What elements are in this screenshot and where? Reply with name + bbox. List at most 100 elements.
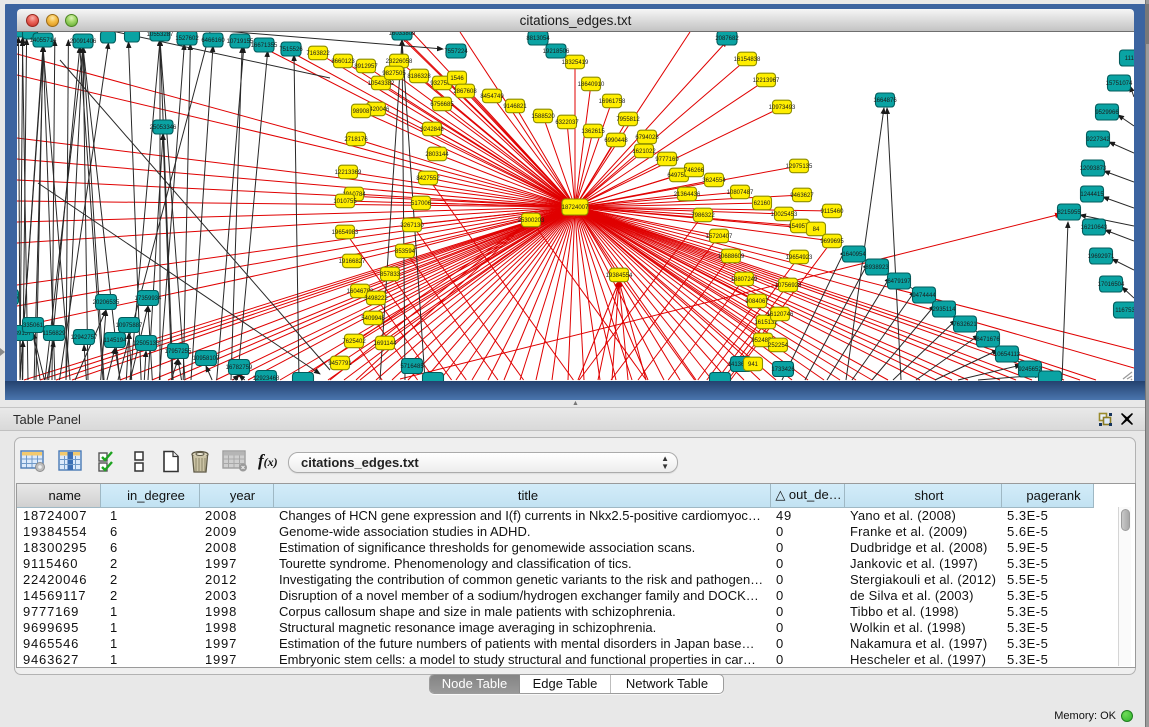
svg-text:15751074: 15751074 [1106, 81, 1133, 87]
svg-text:12505135: 12505135 [133, 341, 160, 347]
svg-text:6322037: 6322037 [555, 120, 579, 126]
svg-text:10958107: 10958107 [193, 356, 220, 362]
svg-text:7955812: 7955812 [616, 117, 640, 123]
svg-text:10973493: 10973493 [769, 105, 796, 111]
svg-text:7986322: 7986322 [691, 213, 715, 219]
svg-text:98908: 98908 [353, 109, 370, 115]
svg-text:7557224: 7557224 [444, 49, 468, 55]
svg-text:9777169: 9777169 [655, 157, 679, 163]
svg-text:20091406: 20091406 [70, 39, 97, 45]
svg-text:19654923: 19654923 [786, 255, 813, 261]
svg-text:5716485: 5716485 [400, 364, 424, 370]
svg-text:1112: 1112 [1125, 56, 1134, 62]
svg-text:10025453: 10025453 [771, 212, 798, 218]
svg-text:1527602: 1527602 [175, 36, 199, 42]
svg-text:8813054: 8813054 [526, 36, 550, 42]
svg-text:18640910: 18640910 [578, 82, 605, 88]
svg-text:10553287: 10553287 [147, 32, 174, 38]
svg-text:8938923: 8938923 [865, 265, 889, 271]
svg-text:16782759: 16782759 [226, 365, 253, 371]
svg-text:19692971: 19692971 [1088, 254, 1115, 260]
svg-text:10975887: 10975887 [116, 323, 143, 329]
svg-text:1588520: 1588520 [531, 114, 555, 120]
svg-text:6479197: 6479197 [887, 279, 911, 285]
svg-text:3267130: 3267130 [400, 223, 424, 229]
svg-text:13325419: 13325419 [562, 60, 589, 66]
svg-text:12923468: 12923468 [253, 376, 280, 381]
svg-text:12975135: 12975135 [786, 164, 813, 170]
svg-text:17957255: 17957255 [165, 349, 192, 355]
svg-text:1621022: 1621022 [632, 149, 656, 155]
svg-text:16210643: 16210643 [1081, 225, 1108, 231]
svg-text:21364436: 21364436 [674, 192, 701, 198]
svg-text:18724007: 18724007 [562, 205, 589, 211]
svg-text:16961758: 16961758 [599, 99, 626, 105]
svg-text:12942757: 12942757 [71, 335, 98, 341]
svg-text:8454749: 8454749 [480, 94, 504, 100]
svg-text:941: 941 [748, 362, 759, 368]
svg-text:9457791: 9457791 [328, 361, 352, 367]
svg-text:2867608: 2867608 [453, 89, 477, 95]
svg-text:1156829: 1156829 [43, 331, 67, 337]
svg-text:84: 84 [813, 227, 820, 233]
svg-text:17359934: 17359934 [135, 296, 162, 302]
svg-text:8471676: 8471676 [976, 337, 1000, 343]
svg-text:15720407: 15720407 [706, 234, 733, 240]
svg-text:1664876: 1664876 [873, 98, 897, 104]
svg-text:19654983: 19654983 [332, 230, 359, 236]
svg-text:20206535: 20206535 [93, 300, 120, 306]
svg-text:9699695: 9699695 [820, 239, 844, 245]
svg-text:517006: 517006 [411, 201, 432, 207]
svg-text:6466160: 6466160 [201, 38, 225, 44]
svg-text:2087682: 2087682 [715, 36, 739, 42]
svg-text:1546: 1546 [450, 76, 464, 82]
svg-text:6990448: 6990448 [604, 138, 628, 144]
svg-text:12213967: 12213967 [753, 78, 780, 84]
svg-text:3624554: 3624554 [702, 178, 726, 184]
svg-text:19218506: 19218506 [543, 49, 570, 55]
svg-text:12093873: 12093873 [1080, 166, 1107, 172]
svg-text:2718176: 2718176 [344, 137, 368, 143]
svg-text:9227342: 9227342 [1086, 137, 1110, 143]
svg-text:6794028: 6794028 [635, 135, 659, 141]
svg-text:10756928: 10756928 [775, 283, 802, 289]
svg-text:6756685: 6756685 [430, 102, 454, 108]
svg-text:17016504: 17016504 [1098, 282, 1125, 288]
svg-text:853594: 853594 [395, 249, 416, 255]
svg-text:10654112: 10654112 [994, 352, 1021, 358]
svg-text:1145194: 1145194 [104, 338, 128, 344]
svg-text:19166827: 19166827 [339, 259, 366, 265]
svg-text:16120746: 16120746 [767, 312, 794, 318]
svg-text:9146821: 9146821 [503, 104, 527, 110]
svg-text:335061: 335061 [23, 323, 44, 329]
svg-text:8660123: 8660123 [331, 59, 355, 65]
svg-text:9529966: 9529966 [1095, 110, 1119, 116]
svg-text:1691144: 1691144 [374, 341, 398, 347]
svg-text:252254: 252254 [768, 343, 789, 349]
svg-text:25053346: 25053346 [150, 125, 177, 131]
svg-text:10543382: 10543382 [368, 81, 395, 87]
svg-text:7163822: 7163822 [306, 51, 330, 57]
svg-text:8215955: 8215955 [1057, 210, 1081, 216]
svg-text:8912957: 8912957 [354, 64, 378, 70]
svg-text:1244415: 1244415 [1080, 192, 1104, 198]
svg-text:16671355: 16671355 [251, 43, 278, 49]
svg-text:2803144: 2803144 [425, 152, 449, 158]
svg-text:18807249: 18807249 [731, 277, 758, 283]
svg-text:3498222: 3498222 [364, 296, 388, 302]
svg-text:14055714: 14055714 [30, 38, 57, 44]
svg-text:9463627: 9463627 [790, 193, 814, 199]
svg-text:25300203: 25300203 [518, 218, 545, 224]
svg-text:746266: 746266 [684, 168, 705, 174]
svg-text:12213369: 12213369 [335, 170, 362, 176]
svg-text:7515526: 7515526 [279, 47, 303, 53]
svg-text:16154838: 16154838 [734, 57, 761, 63]
svg-text:7632621: 7632621 [953, 322, 977, 328]
svg-text:116753: 116753 [1115, 308, 1134, 314]
svg-text:9242848: 9242848 [420, 127, 444, 133]
svg-text:10807487: 10807487 [727, 190, 754, 196]
svg-text:9474444: 9474444 [912, 293, 936, 299]
svg-text:9084067: 9084067 [745, 299, 769, 305]
svg-text:8186328: 8186328 [407, 74, 431, 80]
svg-text:23226058: 23226058 [386, 59, 413, 65]
